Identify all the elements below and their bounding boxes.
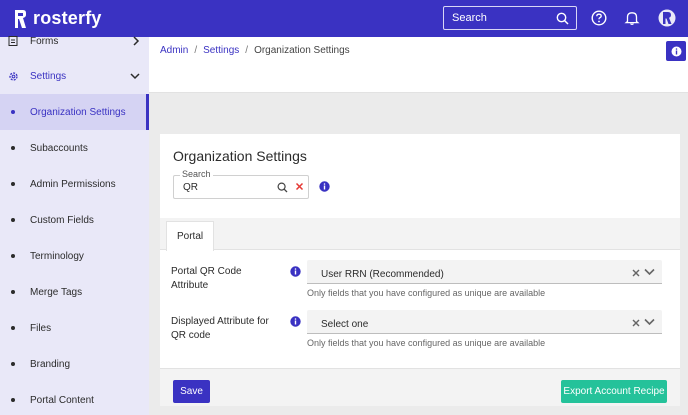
clear-icon[interactable]	[632, 269, 640, 277]
chevron-down-icon[interactable]	[644, 318, 655, 326]
sidebar-item-label: Merge Tags	[30, 286, 83, 298]
page-title: Organization Settings	[173, 148, 307, 164]
bullet-icon	[11, 254, 15, 258]
search-input[interactable]: QR	[183, 182, 198, 193]
sidebar-item-custom-fields[interactable]: Custom Fields	[0, 202, 149, 238]
sidebar-item-terminology[interactable]: Terminology	[0, 238, 149, 274]
bullet-icon	[11, 326, 15, 330]
portal-qr-code-attribute-select[interactable]: User RRN (Recommended)	[307, 260, 662, 284]
search-field-legend: Search	[180, 169, 213, 179]
sidebar-item-label: Admin Permissions	[30, 178, 116, 190]
search-icon[interactable]	[277, 182, 288, 193]
field-helper-text: Only fields that you have configured as …	[307, 288, 546, 298]
clear-icon[interactable]	[632, 319, 640, 327]
search-icon[interactable]	[556, 12, 569, 25]
export-account-recipe-button[interactable]: Export Account Recipe	[561, 380, 667, 403]
breadcrumb-current: Organization Settings	[254, 45, 350, 56]
sidebar-item-label: Forms	[30, 35, 59, 47]
forms-icon	[8, 36, 18, 46]
bullet-icon	[11, 290, 15, 294]
bullet-icon	[11, 182, 15, 186]
breadcrumb: Admin / Settings / Organization Settings	[160, 45, 350, 56]
sidebar: Forms Settings Organization Settings Sub…	[0, 36, 149, 415]
sidebar-item-label: Terminology	[30, 250, 84, 262]
global-search[interactable]	[443, 6, 577, 30]
profile-icon[interactable]	[658, 9, 676, 27]
sidebar-item-branding[interactable]: Branding	[0, 346, 149, 382]
breadcrumb-settings[interactable]: Settings	[203, 45, 239, 56]
portal-qr-code-attribute-label: Portal QR Code Attribute	[171, 266, 242, 291]
sidebar-item-merge-tags[interactable]: Merge Tags	[0, 274, 149, 310]
displayed-attribute-label: Displayed Attribute for QR code	[171, 316, 269, 341]
help-icon[interactable]	[591, 10, 607, 26]
clear-search-icon[interactable]	[295, 182, 304, 191]
card-footer: Save Export Account Recipe	[160, 368, 680, 406]
sidebar-item-settings[interactable]: Settings	[0, 58, 149, 94]
bell-icon[interactable]	[624, 10, 640, 26]
select-value: Select one	[321, 319, 369, 330]
sidebar-item-label: Settings	[30, 70, 67, 82]
select-value: User RRN (Recommended)	[321, 269, 444, 280]
sidebar-item-organization-settings[interactable]: Organization Settings	[0, 94, 149, 130]
field-helper-text: Only fields that you have configured as …	[307, 338, 546, 348]
tab-strip: Portal	[160, 218, 680, 251]
breadcrumb-separator: /	[194, 45, 198, 56]
gear-icon	[9, 71, 18, 81]
sidebar-item-label: Files	[30, 322, 52, 334]
sidebar-item-files[interactable]: Files	[0, 310, 149, 346]
sidebar-item-label: Branding	[30, 358, 71, 370]
bullet-icon	[11, 146, 15, 150]
sidebar-item-forms[interactable]: Forms	[0, 23, 149, 59]
save-button[interactable]: Save	[173, 380, 210, 403]
sidebar-item-portal-content[interactable]: Portal Content	[0, 382, 149, 415]
chevron-down-icon[interactable]	[644, 268, 655, 276]
info-icon[interactable]	[290, 266, 301, 277]
bullet-icon	[11, 110, 15, 114]
sidebar-item-label: Custom Fields	[30, 214, 94, 226]
displayed-attribute-select[interactable]: Select one	[307, 310, 662, 334]
breadcrumb-bar: Admin / Settings / Organization Settings	[149, 37, 688, 93]
sidebar-item-label: Portal Content	[30, 394, 94, 406]
breadcrumb-admin[interactable]: Admin	[160, 45, 188, 56]
bullet-icon	[11, 362, 15, 366]
page-info-button[interactable]	[666, 41, 686, 61]
bullet-icon	[11, 398, 15, 402]
sidebar-item-admin-permissions[interactable]: Admin Permissions	[0, 166, 149, 202]
sidebar-item-label: Subaccounts	[30, 142, 88, 154]
info-icon[interactable]	[290, 316, 301, 327]
chevron-right-icon	[133, 36, 140, 46]
sidebar-item-subaccounts[interactable]: Subaccounts	[0, 130, 149, 166]
settings-search-field[interactable]: Search QR	[173, 169, 309, 199]
breadcrumb-separator: /	[245, 45, 249, 56]
chevron-down-icon	[130, 73, 140, 80]
organization-settings-card: Organization Settings Search QR Portal P…	[160, 134, 680, 406]
info-icon[interactable]	[319, 181, 330, 192]
bullet-icon	[11, 218, 15, 222]
sidebar-item-label: Organization Settings	[30, 106, 126, 118]
global-search-input[interactable]	[452, 12, 552, 24]
info-icon	[671, 46, 681, 56]
tab-portal[interactable]: Portal	[166, 221, 215, 251]
